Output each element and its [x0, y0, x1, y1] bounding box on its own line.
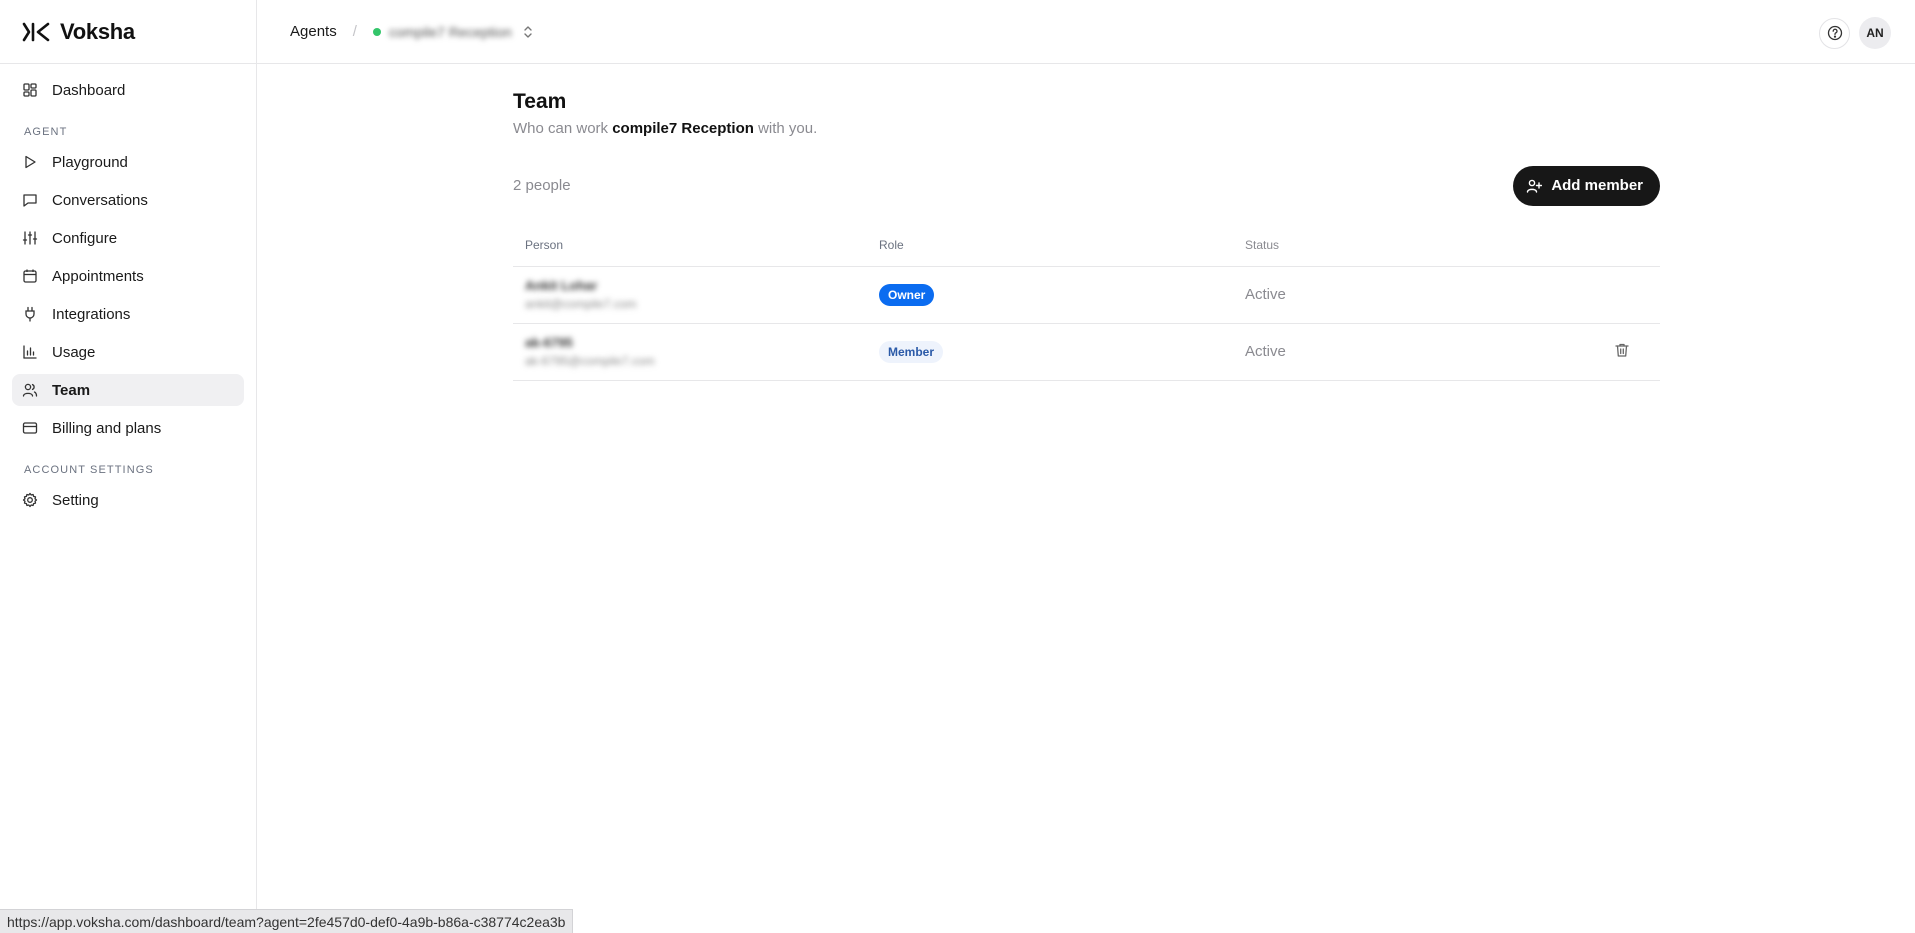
subtitle-suffix: with you. [753, 120, 818, 137]
sidebar-item-appointments[interactable]: Appointments [12, 260, 244, 292]
status-cell: Active [1245, 266, 1585, 324]
sidebar-item-label: Usage [52, 343, 96, 361]
role-cell: Owner [879, 266, 1245, 324]
team-table: Person Role Status Ankit Lohar ankit@com… [513, 224, 1660, 381]
subtitle-agent-name: compile7 Reception [612, 120, 754, 137]
gear-icon [22, 492, 38, 508]
sidebar-item-setting[interactable]: Setting [12, 484, 244, 516]
role-badge-member: Member [879, 340, 944, 363]
trash-icon [1615, 343, 1629, 357]
breadcrumb-agents[interactable]: Agents [290, 23, 337, 40]
help-button[interactable] [1819, 17, 1850, 49]
person-cell: Ankit Lohar ankit@compile7.com [513, 266, 879, 324]
brand[interactable]: Voksha [0, 0, 256, 64]
table-header-row: Person Role Status [513, 224, 1660, 267]
sidebar-section-account: ACCOUNT SETTINGS [24, 464, 154, 476]
column-header-role: Role [879, 224, 1245, 267]
add-member-button[interactable]: Add member [1513, 165, 1660, 206]
role-badge-owner: Owner [879, 283, 935, 306]
calendar-icon [22, 268, 38, 284]
sidebar: Voksha Dashboard AGENT Playground Conver… [0, 0, 257, 933]
sidebar-item-label: Appointments [52, 267, 144, 285]
agent-selector-label[interactable]: compile7 Reception [389, 24, 512, 40]
sidebar-item-label: Team [52, 381, 91, 399]
agent-status-dot [372, 27, 381, 36]
top-bar: Agents / compile7 Reception AN [257, 0, 1915, 64]
chevron-up-down-icon[interactable] [522, 25, 534, 39]
user-avatar[interactable]: AN [1859, 17, 1891, 49]
user-plus-icon [1527, 179, 1543, 193]
table-row: Ankit Lohar ankit@compile7.com Owner Act… [513, 266, 1660, 324]
sidebar-item-team[interactable]: Team [12, 374, 244, 406]
sidebar-item-label: Configure [52, 229, 118, 247]
status-cell: Active [1245, 323, 1585, 381]
subtitle-prefix: Who can work [513, 120, 613, 137]
sidebar-nav: Dashboard AGENT Playground Conversations [0, 64, 256, 516]
play-icon [22, 154, 38, 170]
person-name: Ankit Lohar [525, 278, 598, 293]
sidebar-item-label: Billing and plans [52, 419, 162, 437]
plug-icon [22, 306, 38, 322]
column-header-status: Status [1245, 224, 1585, 267]
voksha-logo-icon [22, 22, 50, 41]
sidebar-item-label: Integrations [52, 305, 131, 323]
actions-cell [1585, 266, 1660, 324]
sidebar-section-agent: AGENT [24, 126, 68, 138]
column-header-actions [1585, 224, 1660, 267]
person-name: ak-6795 [525, 335, 573, 350]
page-title: Team [513, 90, 567, 113]
person-email: ak-6795@compile7.com [525, 354, 655, 368]
team-toolbar: 2 people Add member [513, 165, 1660, 206]
bar-chart-icon [22, 344, 38, 360]
team-page: Team Who can work compile7 Reception wit… [513, 90, 1660, 381]
person-cell: ak-6795 ak-6795@compile7.com [513, 323, 879, 381]
dashboard-icon [22, 82, 38, 98]
sidebar-item-label: Setting [52, 491, 99, 509]
sidebar-item-label: Conversations [52, 191, 148, 209]
sidebar-item-integrations[interactable]: Integrations [12, 298, 244, 330]
person-email: ankit@compile7.com [525, 297, 637, 311]
sidebar-item-label: Playground [52, 153, 128, 171]
remove-member-button[interactable] [1614, 343, 1630, 362]
sidebar-item-dashboard[interactable]: Dashboard [12, 74, 244, 106]
table-row: ak-6795 ak-6795@compile7.com Member Acti… [513, 323, 1660, 381]
sidebar-item-billing[interactable]: Billing and plans [12, 412, 244, 444]
sidebar-item-conversations[interactable]: Conversations [12, 184, 244, 216]
credit-card-icon [22, 420, 38, 436]
role-cell: Member [879, 323, 1245, 381]
sliders-icon [22, 230, 38, 246]
top-right-controls: AN [1819, 17, 1891, 49]
page-subtitle: Who can work compile7 Reception with you… [513, 120, 1660, 137]
column-header-person: Person [513, 224, 879, 267]
app: Voksha Dashboard AGENT Playground Conver… [0, 0, 1915, 933]
chat-icon [22, 192, 38, 208]
sidebar-item-usage[interactable]: Usage [12, 336, 244, 368]
brand-name: Voksha [60, 18, 135, 44]
users-icon [22, 382, 38, 398]
sidebar-item-playground[interactable]: Playground [12, 146, 244, 178]
add-member-label: Add member [1551, 177, 1643, 194]
actions-cell [1585, 323, 1660, 381]
help-icon [1827, 25, 1842, 41]
sidebar-item-configure[interactable]: Configure [12, 222, 244, 254]
breadcrumb-separator: / [352, 23, 357, 40]
sidebar-item-label: Dashboard [52, 81, 126, 99]
people-count: 2 people [513, 177, 571, 194]
browser-status-url: https://app.voksha.com/dashboard/team?ag… [0, 909, 574, 933]
